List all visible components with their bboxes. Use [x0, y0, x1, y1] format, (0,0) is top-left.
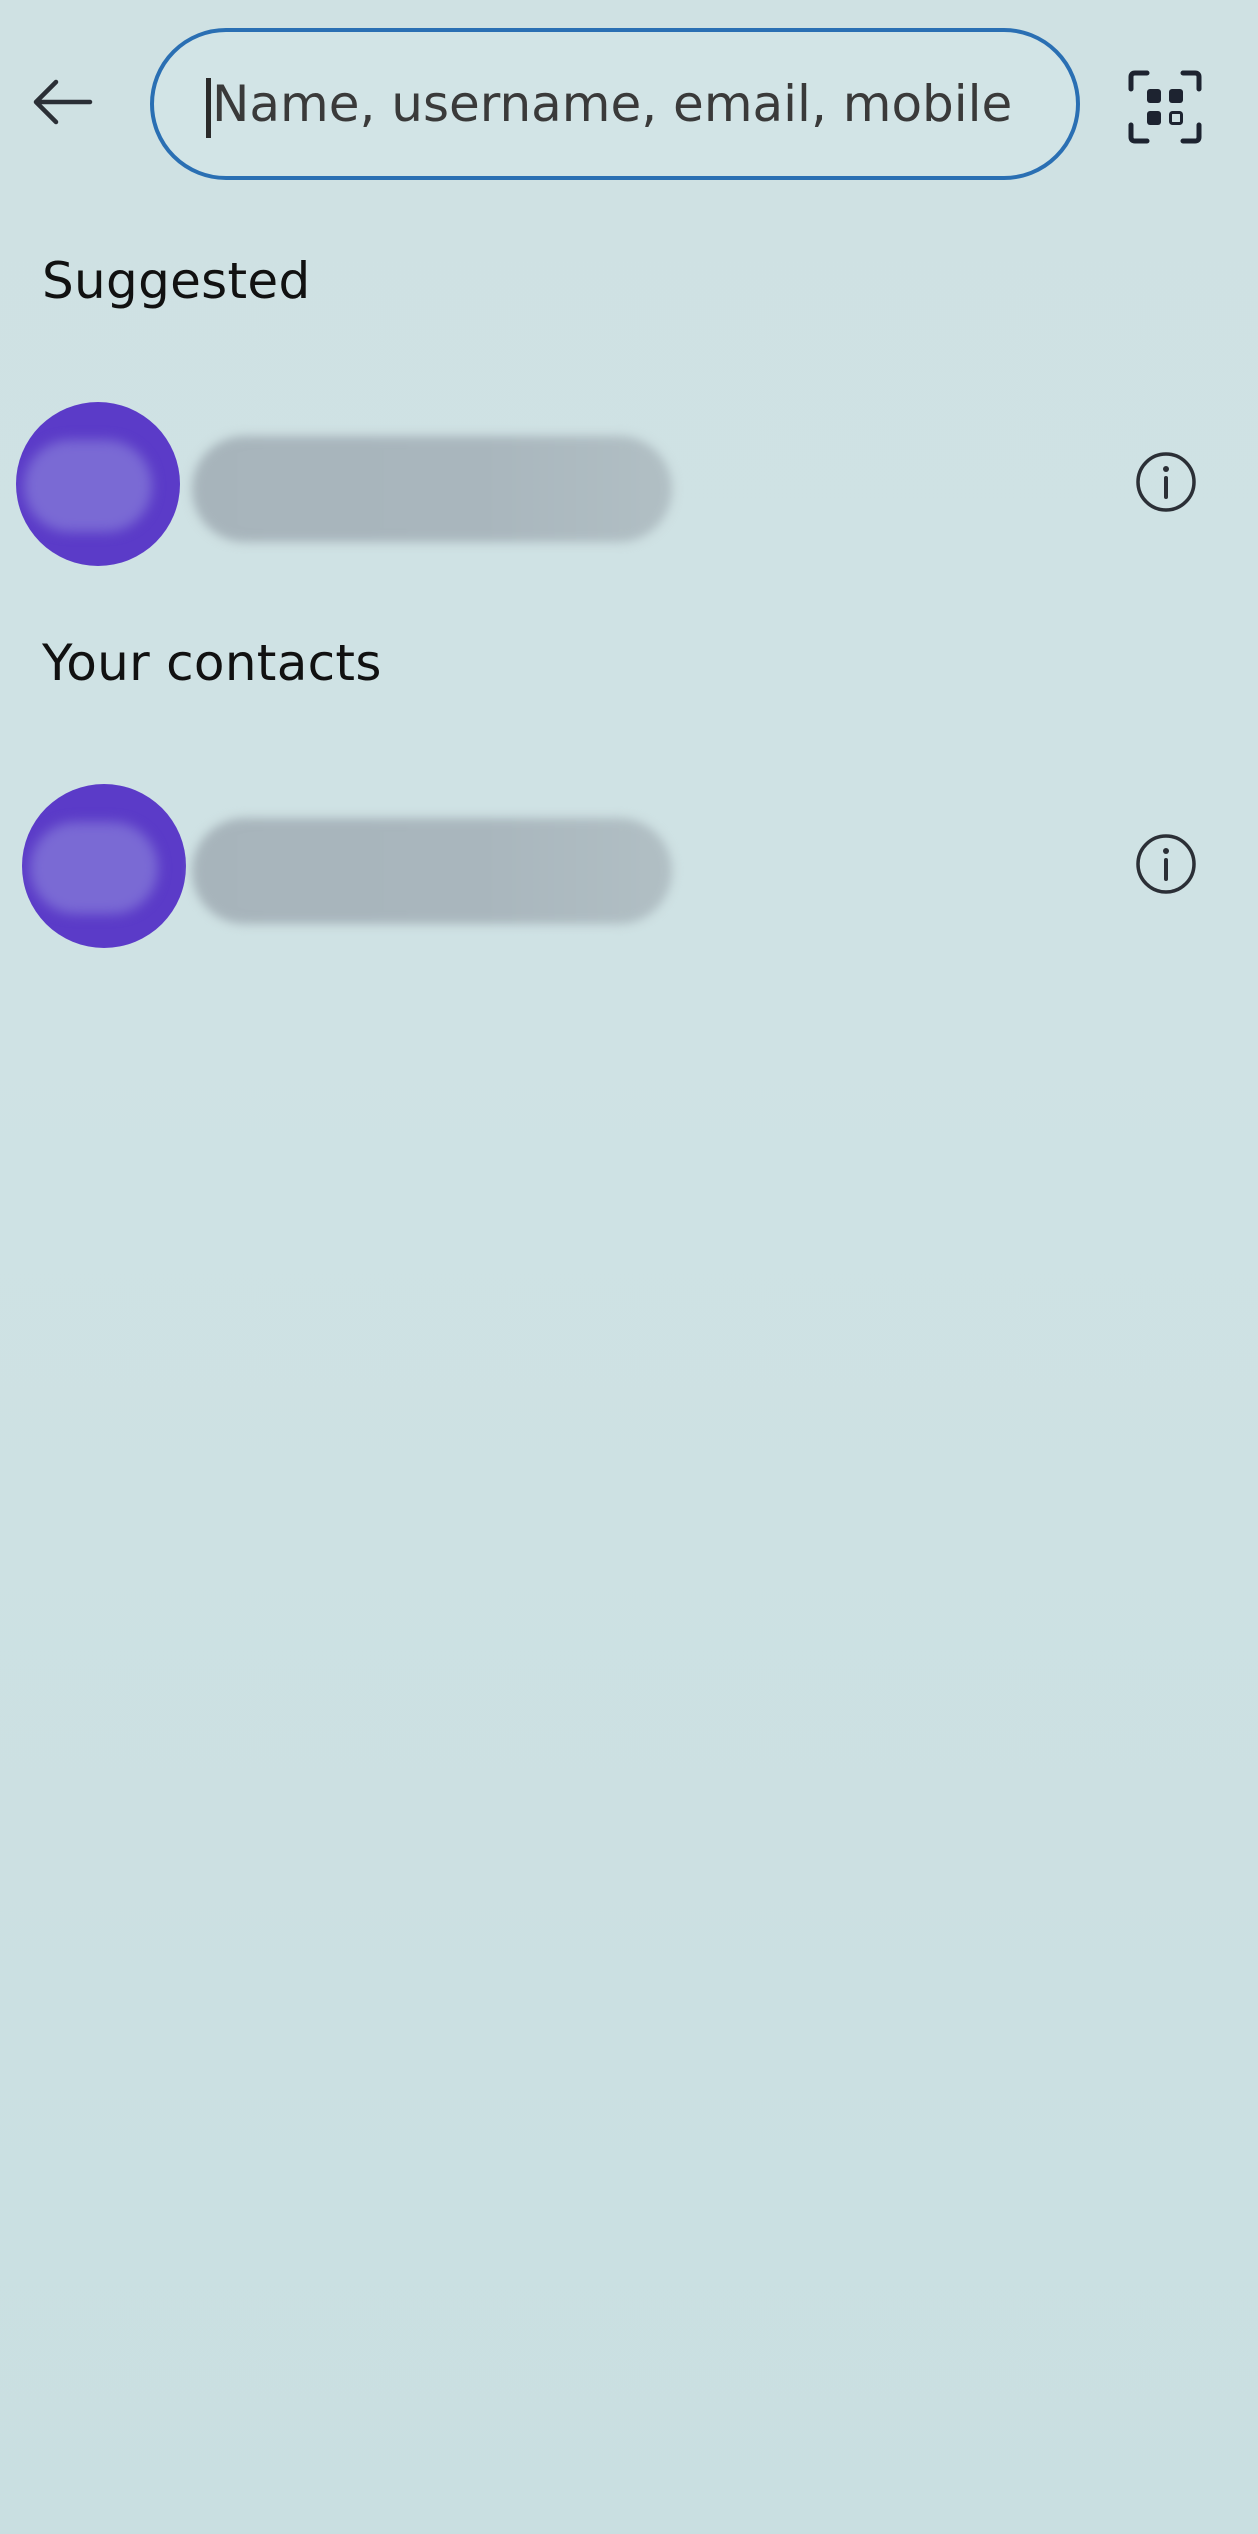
avatar	[16, 402, 180, 566]
avatar	[22, 784, 186, 948]
info-button[interactable]	[1132, 830, 1200, 898]
section-title-your-contacts: Your contacts	[42, 634, 382, 692]
info-button[interactable]	[1132, 448, 1200, 516]
contact-name-redacted	[192, 436, 672, 542]
text-cursor	[206, 78, 211, 138]
search-field[interactable]	[150, 28, 1080, 180]
arrow-left-icon	[33, 79, 93, 125]
contact-name-redacted	[192, 818, 672, 924]
contact-row-suggested[interactable]	[0, 392, 1258, 572]
qr-scan-button[interactable]	[1120, 62, 1210, 152]
section-title-suggested: Suggested	[42, 252, 311, 310]
search-input[interactable]	[154, 32, 1076, 176]
contact-row-your-contacts[interactable]	[0, 774, 1258, 954]
back-button[interactable]	[22, 62, 102, 142]
qr-scan-icon	[1128, 70, 1202, 144]
info-icon	[1136, 452, 1196, 512]
info-icon	[1136, 834, 1196, 894]
top-bar	[0, 0, 1258, 200]
